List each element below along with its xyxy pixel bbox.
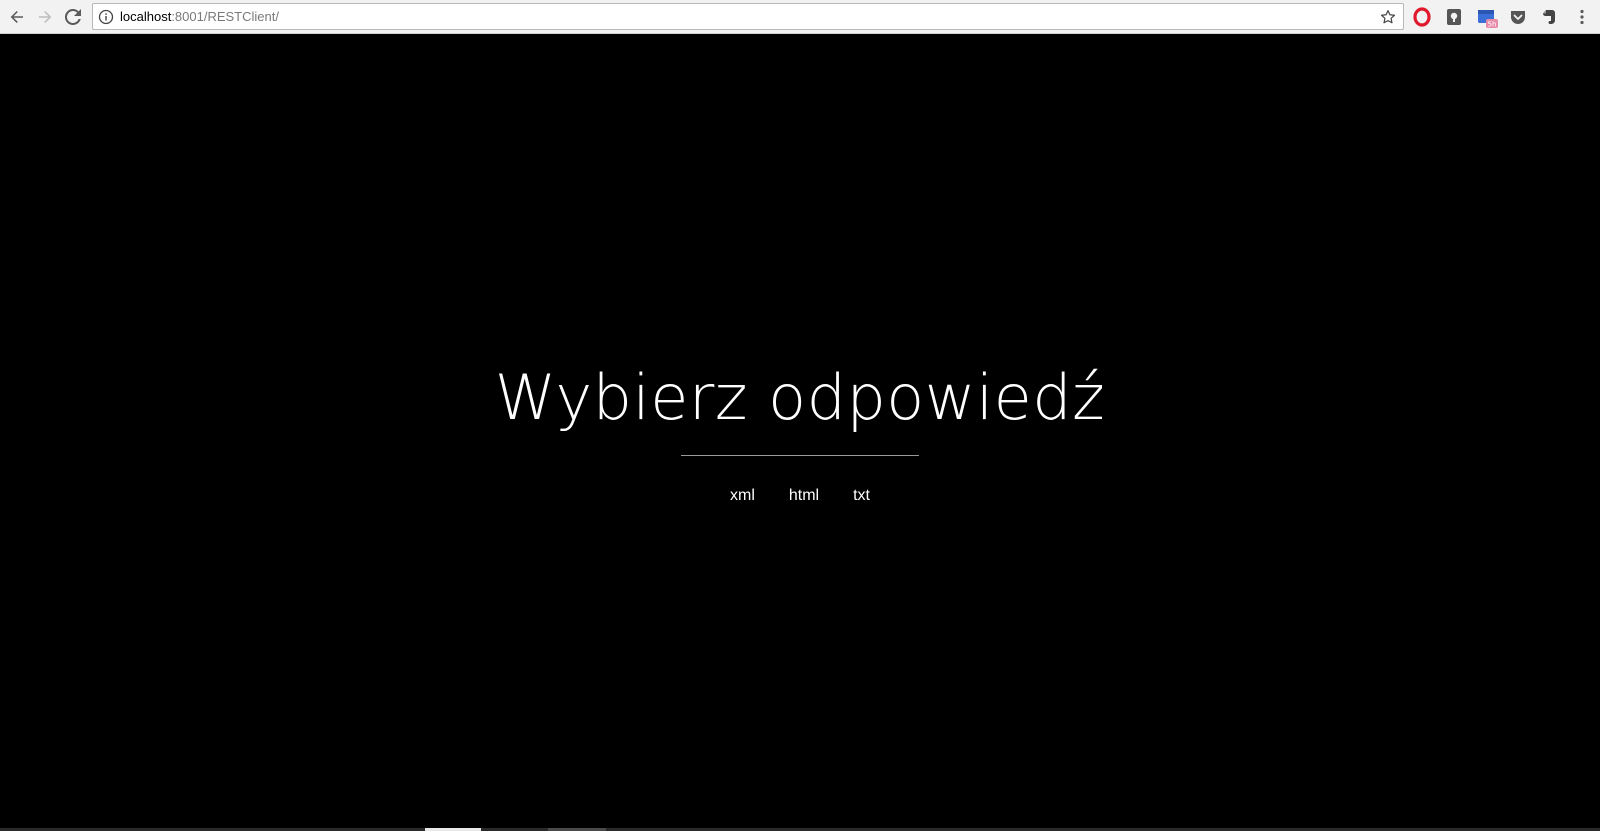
- pocket-icon: [1511, 11, 1525, 24]
- pocket-extension[interactable]: [1508, 7, 1528, 27]
- keeper-extension[interactable]: [1444, 7, 1464, 27]
- back-button[interactable]: [5, 5, 29, 29]
- response-format-options: xml html txt: [0, 486, 1600, 506]
- evernote-extension[interactable]: [1540, 7, 1560, 27]
- reload-button[interactable]: [61, 5, 85, 29]
- browser-toolbar: localhost:8001/RESTClient/ 5h: [0, 0, 1600, 34]
- option-txt-link[interactable]: txt: [836, 486, 887, 506]
- calendar-badge: 5h: [1488, 21, 1497, 29]
- reload-icon: [65, 9, 81, 25]
- title-divider: [681, 455, 919, 456]
- calendar-extension[interactable]: 5h: [1476, 7, 1498, 29]
- evernote-icon: [1543, 10, 1555, 24]
- browser-menu-button[interactable]: [1572, 7, 1592, 27]
- menu-dots-icon: [1580, 9, 1584, 25]
- option-html-link[interactable]: html: [772, 486, 836, 506]
- url-path: :8001/RESTClient/: [171, 9, 279, 24]
- calendar-icon: 5h: [1478, 10, 1498, 29]
- forward-arrow-icon: [39, 11, 52, 23]
- keeper-icon: [1447, 9, 1461, 25]
- option-xml-link[interactable]: xml: [713, 486, 772, 506]
- url-host: localhost: [120, 9, 172, 24]
- page-title: Wybierz odpowiedź: [494, 361, 1106, 434]
- star-icon[interactable]: [1379, 8, 1397, 26]
- back-arrow-icon: [10, 11, 23, 23]
- info-icon[interactable]: [98, 9, 114, 25]
- url-text[interactable]: localhost:8001/RESTClient/: [120, 9, 279, 25]
- opera-icon: [1413, 7, 1431, 27]
- address-bar[interactable]: localhost:8001/RESTClient/: [92, 3, 1404, 30]
- opera-extension[interactable]: [1412, 7, 1432, 27]
- forward-button[interactable]: [33, 5, 57, 29]
